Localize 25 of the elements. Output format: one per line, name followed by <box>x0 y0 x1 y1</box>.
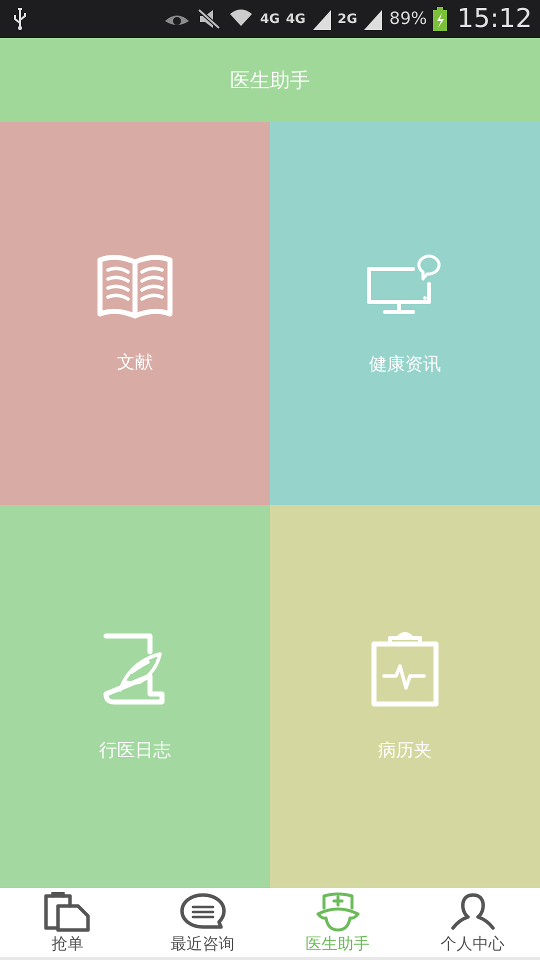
tile-label: 健康资讯 <box>369 352 441 376</box>
battery-icon <box>433 7 448 31</box>
tile-label: 行医日志 <box>99 738 171 762</box>
menu-tile[interactable]: 病历夹 <box>270 505 540 888</box>
tile-label: 病历夹 <box>378 738 432 762</box>
battery-percent: 89% <box>389 9 428 29</box>
page-title: 医生助手 <box>230 66 310 94</box>
book-icon <box>96 254 174 320</box>
network-type: 4G <box>260 12 280 26</box>
network-type: 4G <box>286 12 306 26</box>
signal-icon <box>312 8 332 30</box>
mute-icon <box>196 8 222 30</box>
tile-label: 文献 <box>117 350 153 374</box>
menu-tile[interactable]: 行医日志 <box>0 505 270 888</box>
clock: 15:12 <box>457 4 532 34</box>
person-icon <box>448 892 496 932</box>
clipboard-pages-icon <box>44 892 92 932</box>
nurse-cap-icon <box>314 892 362 932</box>
clipboard-icon <box>370 632 440 708</box>
signal-icon <box>363 8 384 30</box>
chat-bubble-icon <box>178 892 226 932</box>
network-type: 2G <box>338 12 358 26</box>
usb-icon <box>12 7 28 31</box>
menu-tile[interactable]: 文献 <box>0 122 270 505</box>
menu-tile[interactable]: 健康资讯 <box>270 122 540 505</box>
